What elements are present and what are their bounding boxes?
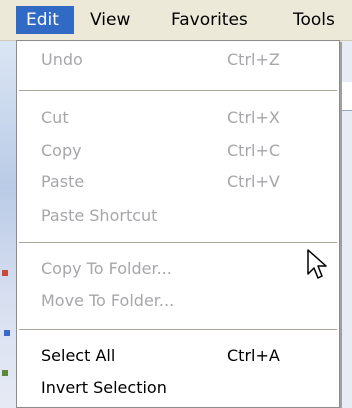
background-detail — [340, 82, 352, 111]
edit-menu-dropdown: Undo Ctrl+Z Cut Ctrl+X Copy Ctrl+C Paste… — [16, 40, 340, 408]
menu-item-invert-selection[interactable]: Invert Selection — [17, 375, 339, 401]
menu-item-label: Copy To Folder... — [41, 259, 172, 278]
menu-item-shortcut: Ctrl+X — [227, 108, 280, 127]
menu-item-label: Paste — [41, 172, 85, 191]
menu-item-shortcut: Ctrl+C — [227, 141, 281, 160]
menu-item-undo[interactable]: Undo Ctrl+Z — [17, 47, 339, 73]
background-window-right-edge — [340, 40, 352, 408]
menu-separator — [19, 90, 337, 92]
menu-edit[interactable]: Edit — [16, 6, 74, 34]
menu-item-cut[interactable]: Cut Ctrl+X — [17, 105, 339, 131]
menu-item-paste[interactable]: Paste Ctrl+V — [17, 169, 339, 195]
menu-favorites[interactable]: Favorites — [161, 6, 258, 34]
menu-item-label: Undo — [41, 50, 83, 69]
menu-item-shortcut: Ctrl+A — [227, 346, 280, 365]
background-detail — [2, 370, 8, 376]
background-window-left-edge — [0, 40, 16, 408]
menu-tools[interactable]: Tools — [283, 6, 345, 34]
menu-item-label: Paste Shortcut — [41, 206, 158, 225]
menu-item-label: Copy — [41, 141, 82, 160]
menu-item-select-all[interactable]: Select All Ctrl+A — [17, 343, 339, 369]
menu-item-label: Move To Folder... — [41, 291, 175, 310]
background-detail — [4, 330, 10, 336]
menu-item-label: Invert Selection — [41, 378, 167, 397]
menu-view[interactable]: View — [80, 6, 140, 34]
menu-separator — [19, 329, 337, 331]
menu-item-shortcut: Ctrl+V — [227, 172, 280, 191]
background-detail — [2, 270, 8, 276]
mouse-pointer-icon — [307, 249, 327, 279]
menu-item-label: Select All — [41, 346, 116, 365]
menu-separator — [19, 242, 337, 244]
menu-item-shortcut: Ctrl+Z — [227, 50, 280, 69]
menu-item-paste-shortcut[interactable]: Paste Shortcut — [17, 203, 339, 229]
menu-item-copy[interactable]: Copy Ctrl+C — [17, 138, 339, 164]
menu-item-move-to-folder[interactable]: Move To Folder... — [17, 288, 339, 314]
menu-item-label: Cut — [41, 108, 69, 127]
menu-bar: Edit View Favorites Tools — [0, 0, 352, 41]
menu-item-copy-to-folder[interactable]: Copy To Folder... — [17, 256, 339, 282]
